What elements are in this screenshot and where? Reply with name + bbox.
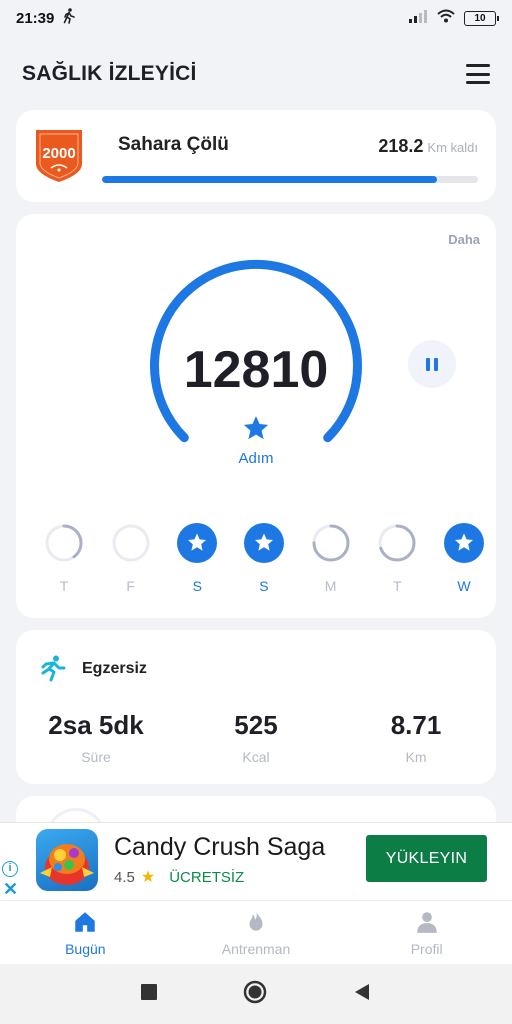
stat-calories: 525 Kcal — [176, 710, 336, 765]
day-label: F — [126, 578, 135, 594]
day-complete-star-icon — [177, 523, 218, 563]
nav-label: Bugün — [65, 940, 106, 957]
day-label: S — [259, 578, 269, 594]
exercise-card[interactable]: Egzersiz 2sa 5dk Süre 525 Kcal 8.71 Km — [16, 630, 496, 784]
ad-info-icon[interactable]: i — [2, 861, 18, 877]
stat-value: 525 — [234, 710, 278, 740]
ad-close-icon[interactable]: ✕ — [3, 879, 18, 900]
challenge-progress — [102, 176, 478, 183]
signal-icon — [408, 9, 428, 27]
home-icon — [75, 911, 96, 932]
running-icon — [41, 655, 66, 682]
walking-icon — [62, 8, 76, 28]
challenge-badge: 2000 — [34, 128, 84, 184]
stat-value: 8.71 — [390, 710, 442, 740]
ad-rating: 4.5 ★ ÜCRETSİZ — [114, 867, 244, 887]
challenge-distance: 218.2 Km kaldı — [378, 136, 478, 157]
exercise-stats: 2sa 5dk Süre 525 Kcal 8.71 Km — [16, 710, 496, 765]
nav-label: Profil — [410, 940, 443, 957]
bottom-nav: Bugün Antrenman Profil — [0, 900, 512, 964]
ad-app-icon[interactable] — [36, 829, 98, 891]
ad-install-button[interactable]: YÜKLEYIN — [366, 835, 487, 882]
day-label: T — [59, 578, 69, 594]
badge-text: 2000 — [42, 145, 75, 162]
home-button-icon[interactable] — [243, 980, 267, 1009]
recents-icon[interactable] — [141, 983, 157, 1005]
stat-value: 2sa 5dk — [48, 710, 144, 740]
day-label: M — [324, 578, 337, 594]
challenge-name: Sahara Çölü — [118, 134, 229, 155]
flame-icon — [249, 910, 263, 931]
status-time: 21:39 — [16, 9, 55, 27]
step-unit-label: Adım — [238, 450, 274, 467]
day-progress[interactable]: F — [103, 522, 159, 594]
menu-icon[interactable] — [466, 64, 490, 84]
day-label: W — [457, 578, 471, 594]
person-icon — [416, 911, 437, 933]
pause-button[interactable] — [408, 340, 456, 388]
back-icon[interactable] — [353, 983, 371, 1006]
app-header: SAĞLIK İZLEYİCİ — [0, 52, 512, 96]
stat-label: Km — [405, 749, 427, 765]
ad-price: ÜCRETSİZ — [169, 868, 245, 886]
day-complete-star-icon — [443, 523, 484, 563]
stat-distance: 8.71 Km — [336, 710, 496, 765]
day-label: S — [192, 578, 202, 594]
day-label: T — [393, 578, 402, 594]
battery-icon: 10 — [464, 10, 499, 26]
exercise-title: Egzersiz — [82, 660, 147, 677]
day-progress[interactable]: T — [369, 522, 425, 594]
nav-workout[interactable]: Antrenman — [171, 901, 342, 964]
day-progress[interactable]: T — [36, 522, 92, 594]
nav-profile[interactable]: Profil — [341, 901, 512, 964]
day-progress-ring — [112, 524, 150, 562]
star-icon — [243, 416, 269, 440]
distance-unit: Km kaldı — [427, 140, 478, 155]
day-progress[interactable]: W — [436, 522, 492, 594]
page-title: SAĞLIK İZLEYİCİ — [22, 62, 197, 85]
day-progress[interactable]: M — [303, 522, 359, 594]
ad-rating-value: 4.5 — [114, 868, 135, 886]
day-progress[interactable]: S — [236, 522, 292, 594]
day-progress-ring — [45, 524, 83, 562]
system-nav-bar — [0, 964, 512, 1024]
stat-label: Süre — [81, 749, 111, 765]
stat-duration: 2sa 5dk Süre — [16, 710, 176, 765]
nav-today[interactable]: Bugün — [0, 901, 171, 964]
wifi-icon — [436, 9, 456, 27]
stat-label: Kcal — [242, 749, 270, 765]
day-progress[interactable]: S — [169, 522, 225, 594]
steps-card: Daha 12810 Adım TFSSMTW — [16, 214, 496, 618]
day-progress-ring — [378, 524, 416, 562]
ad-title[interactable]: Candy Crush Saga — [114, 833, 325, 862]
day-progress-ring — [312, 524, 350, 562]
status-bar: 21:39 10 — [0, 0, 512, 36]
challenge-card[interactable]: 2000 Sahara Çölü 218.2 Km kaldı — [16, 110, 496, 202]
challenge-progress-fill — [102, 176, 437, 183]
nav-label: Antrenman — [221, 940, 291, 957]
ad-banner[interactable]: i ✕ Candy Crush Saga 4.5 ★ ÜCRETSİZ YÜKL… — [0, 822, 512, 900]
distance-value: 218.2 — [378, 136, 424, 156]
weekly-progress: TFSSMTW — [36, 522, 492, 594]
day-complete-star-icon — [243, 523, 284, 563]
more-link[interactable]: Daha — [448, 232, 480, 247]
rating-star-icon: ★ — [140, 869, 156, 886]
